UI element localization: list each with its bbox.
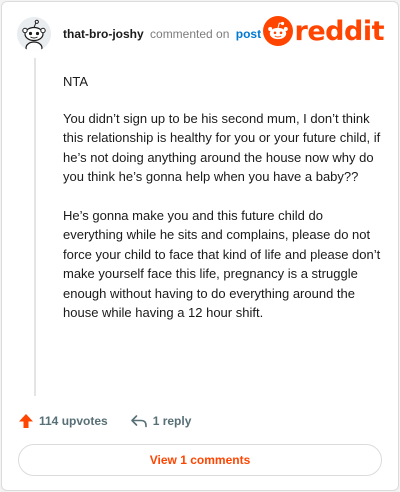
comment-paragraph: He’s gonna make you and this future chil… — [63, 207, 381, 321]
reddit-logo[interactable]: reddit — [262, 15, 385, 47]
upvote-count: 114 upvotes — [39, 414, 108, 428]
comment-paragraph: NTA — [63, 74, 89, 89]
comment-meta: that-bro-joshy commented on post — [63, 27, 261, 41]
comment-header: that-bro-joshy commented on post — [17, 16, 261, 52]
comment-paragraph: You didn’t sign up to be his second mum,… — [63, 110, 381, 185]
reply-arrow-icon — [130, 415, 147, 428]
view-comments-button[interactable]: View 1 comments — [18, 444, 382, 476]
post-link[interactable]: post — [236, 27, 261, 41]
reddit-wordmark: reddit — [294, 15, 385, 47]
commented-on-text: commented on — [150, 27, 230, 41]
upvote-button[interactable]: 114 upvotes — [18, 413, 108, 429]
upvote-arrow-icon — [19, 414, 33, 428]
reply-button[interactable]: 1 reply — [130, 414, 192, 428]
comment-actions: 114 upvotes 1 reply — [18, 411, 191, 431]
reddit-snoo-icon — [262, 16, 293, 46]
snoo-avatar-icon[interactable] — [17, 17, 51, 51]
reply-count: 1 reply — [152, 414, 192, 428]
thread-line[interactable] — [34, 58, 36, 396]
comment-author[interactable]: that-bro-joshy — [63, 27, 144, 41]
comment-body: NTA You didn’t sign up to be his second … — [63, 72, 381, 342]
comment-card: that-bro-joshy commented on post reddit … — [1, 1, 399, 491]
